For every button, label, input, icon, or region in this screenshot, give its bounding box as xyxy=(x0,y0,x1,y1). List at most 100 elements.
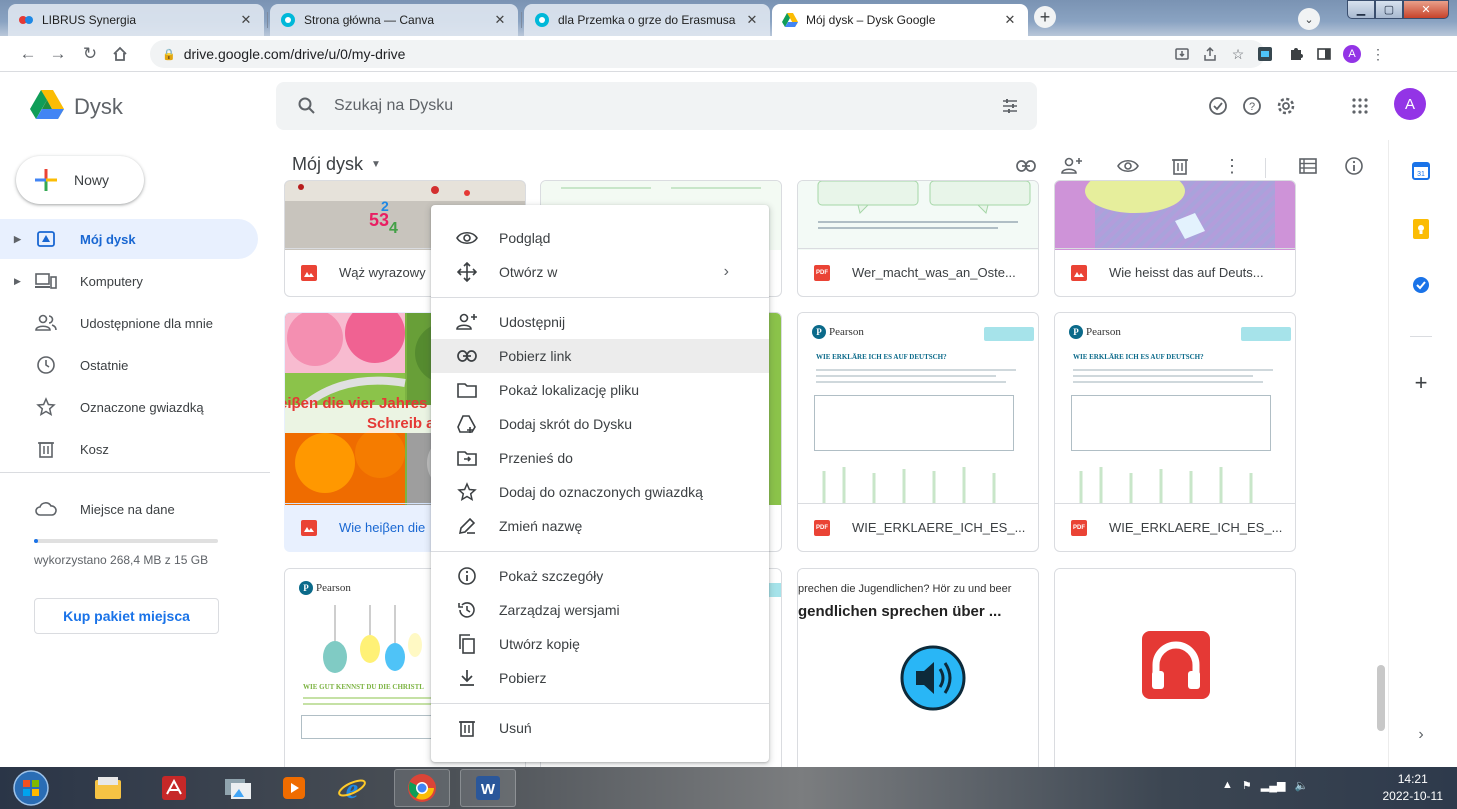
taskbar-acrobat[interactable] xyxy=(146,769,202,807)
sidebar-item-storage[interactable]: Miejsce na dane xyxy=(0,489,258,529)
maximize-button[interactable]: ▢ xyxy=(1375,0,1403,19)
breadcrumb[interactable]: Mój dysk ▼ xyxy=(292,154,381,175)
menu-item-manage-versions[interactable]: Zarządzaj wersjami xyxy=(431,593,769,627)
file-card[interactable]: P Pearson WIE ERKLÄRE ICH ES AUF DEUTSCH?… xyxy=(1054,312,1296,552)
menu-item-make-copy[interactable]: Utwórz kopię xyxy=(431,627,769,661)
search-options-icon[interactable] xyxy=(1001,97,1019,115)
sidebar-item-starred[interactable]: Oznaczone gwiazdką xyxy=(0,387,258,427)
help-icon[interactable]: ? xyxy=(1240,94,1264,118)
taskbar-word[interactable]: W xyxy=(460,769,516,807)
new-button[interactable]: Nowy xyxy=(16,156,144,204)
bookmark-star-icon[interactable]: ☆ xyxy=(1228,44,1248,64)
tab-close-icon[interactable]: ✕ xyxy=(238,12,254,28)
list-view-icon[interactable] xyxy=(1296,154,1320,178)
taskbar-media-app[interactable] xyxy=(266,769,322,807)
calendar-icon[interactable]: 31 xyxy=(1410,160,1432,182)
google-drive-logo-icon[interactable] xyxy=(30,90,64,120)
tab-close-icon[interactable]: ✕ xyxy=(1002,12,1018,28)
menu-item-get-link[interactable]: Pobierz link xyxy=(431,339,769,373)
settings-gear-icon[interactable] xyxy=(1274,94,1298,118)
taskbar-explorer[interactable] xyxy=(80,769,136,807)
address-bar[interactable]: 🔒 drive.google.com/drive/u/0/my-drive xyxy=(150,40,1265,68)
expand-arrow-icon[interactable]: ▶ xyxy=(14,276,30,287)
sidebar-item-computers[interactable]: ▶ Komputery xyxy=(0,261,258,301)
menu-item-share[interactable]: Udostępnij xyxy=(431,305,769,339)
account-avatar[interactable]: A xyxy=(1394,88,1426,120)
new-tab-button[interactable]: + xyxy=(1034,6,1056,28)
browser-tab-drive[interactable]: Mój dysk – Dysk Google ✕ xyxy=(772,4,1028,36)
minimize-button[interactable]: ▁ xyxy=(1347,0,1375,19)
more-actions-icon[interactable]: ⋮ xyxy=(1220,154,1244,178)
file-card[interactable] xyxy=(1054,568,1296,767)
tasks-icon[interactable] xyxy=(1410,274,1432,296)
taskbar-chrome[interactable] xyxy=(394,769,450,807)
back-icon[interactable]: ← xyxy=(18,44,38,64)
taskbar-photo-app[interactable] xyxy=(210,769,266,807)
sidebar-item-label: Oznaczone gwiazdką xyxy=(80,399,204,415)
file-card[interactable]: P Pearson WIE ERKLÄRE ICH ES AUF DEUTSCH?… xyxy=(797,312,1039,552)
tray-expand-icon[interactable]: ▲ xyxy=(1222,779,1233,792)
menu-item-show-location[interactable]: Pokaż lokalizację pliku xyxy=(431,373,769,407)
window-close-button[interactable]: ✕ xyxy=(1403,0,1449,19)
start-button[interactable] xyxy=(6,769,56,807)
get-link-icon[interactable] xyxy=(1014,154,1038,178)
drive-logo-text[interactable]: Dysk xyxy=(74,94,123,120)
menu-item-open-with[interactable]: Otwórz w › xyxy=(431,255,769,289)
browser-tab-canva-erasmus[interactable]: dla Przemka o grze do Erasmusa ✕ xyxy=(524,4,770,36)
main-scrollbar[interactable] xyxy=(1377,665,1385,731)
eye-icon xyxy=(455,226,479,250)
tab-close-icon[interactable]: ✕ xyxy=(744,12,760,28)
keep-icon[interactable] xyxy=(1410,218,1432,240)
sidebar-item-my-drive[interactable]: ▶ Mój dysk xyxy=(0,219,258,259)
file-card[interactable]: Wie heisst das auf Deuts... xyxy=(1054,180,1296,297)
tab-close-icon[interactable]: ✕ xyxy=(492,12,508,28)
forward-icon[interactable]: → xyxy=(48,44,68,64)
menu-item-move-to[interactable]: Przenieś do xyxy=(431,441,769,475)
install-app-icon[interactable] xyxy=(1172,44,1192,64)
preview-eye-icon[interactable] xyxy=(1116,154,1140,178)
menu-item-rename[interactable]: Zmień nazwę xyxy=(431,509,769,543)
drive-search-box[interactable]: Szukaj na Dysku xyxy=(276,82,1037,130)
expand-arrow-icon[interactable]: ▶ xyxy=(14,234,30,245)
sidebar-item-label: Ostatnie xyxy=(80,357,129,373)
menu-item-download[interactable]: Pobierz xyxy=(431,661,769,695)
action-center-flag-icon[interactable]: ⚑ xyxy=(1242,779,1252,792)
taskbar-internet-explorer[interactable]: e xyxy=(324,769,380,807)
share-icon[interactable] xyxy=(1060,154,1084,178)
browser-tab-canva[interactable]: Strona główna — Canva ✕ xyxy=(270,4,518,36)
brand-text: Pearson xyxy=(829,326,864,338)
add-addon-plus-icon[interactable]: + xyxy=(1410,370,1432,395)
file-card[interactable]: PDF Wer_macht_was_an_Oste... xyxy=(797,180,1039,297)
sidebar-item-recent[interactable]: Ostatnie xyxy=(0,345,258,385)
share-page-icon[interactable] xyxy=(1200,44,1220,64)
file-thumbnail xyxy=(1055,569,1295,767)
menu-item-add-shortcut[interactable]: Dodaj skrót do Dysku xyxy=(431,407,769,441)
buy-storage-button[interactable]: Kup pakiet miejsca xyxy=(34,598,219,634)
search-icon[interactable] xyxy=(298,97,316,115)
extensions-puzzle-icon[interactable] xyxy=(1286,44,1306,64)
remove-trash-icon[interactable] xyxy=(1168,154,1192,178)
menu-item-show-details[interactable]: Pokaż szczegóły xyxy=(431,559,769,593)
file-card[interactable]: prechen die Jugendlichen? Hör zu und bee… xyxy=(797,568,1039,767)
apps-grid-icon[interactable] xyxy=(1348,94,1372,118)
menu-item-preview[interactable]: Podgląd xyxy=(431,221,769,255)
home-icon[interactable] xyxy=(110,44,130,64)
menu-item-add-star[interactable]: Dodaj do oznaczonych gwiazdką xyxy=(431,475,769,509)
sidebar-item-trash[interactable]: Kosz xyxy=(0,429,258,469)
sidebar-item-shared[interactable]: Udostępnione dla mnie xyxy=(0,303,258,343)
thumbnail-text: Schreib a xyxy=(367,415,435,432)
side-panel-icon[interactable] xyxy=(1314,44,1334,64)
volume-icon[interactable]: 🔈 xyxy=(1294,779,1308,792)
taskbar-clock[interactable]: 14:21 2022-10-11 xyxy=(1383,771,1444,805)
profile-avatar[interactable]: A xyxy=(1342,44,1362,64)
extension-icon[interactable] xyxy=(1256,45,1274,63)
browser-tab-librus[interactable]: LIBRUS Synergia ✕ xyxy=(8,4,264,36)
reload-icon[interactable]: ↻ xyxy=(80,44,100,64)
tab-search-button[interactable]: ⌄ xyxy=(1298,8,1320,30)
chevron-right-icon[interactable]: › xyxy=(1410,724,1432,746)
browser-menu-icon[interactable]: ⋮ xyxy=(1368,44,1388,64)
menu-item-remove[interactable]: Usuń xyxy=(431,711,769,745)
offline-ready-icon[interactable] xyxy=(1206,94,1230,118)
network-icon[interactable]: ▂▄▆ xyxy=(1261,779,1286,792)
details-info-icon[interactable] xyxy=(1342,154,1366,178)
